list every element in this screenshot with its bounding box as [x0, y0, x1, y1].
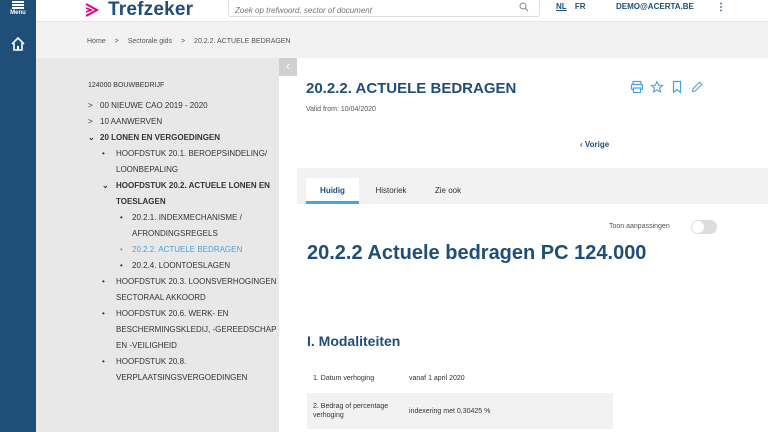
- table-cell-label: 1. Datum verhoging: [313, 374, 375, 382]
- section-heading: I. Modaliteiten: [307, 333, 401, 349]
- menu-label: Menu: [10, 10, 26, 16]
- table-row: 1. Datum verhoging vanaf 1 april 2020: [307, 363, 613, 393]
- tab-current[interactable]: Huidig: [306, 178, 359, 204]
- previous-link[interactable]: ‹ Vorige: [580, 140, 609, 149]
- lang-fr-link[interactable]: FR: [575, 2, 586, 11]
- user-account-link[interactable]: DEMO@ACERTA.BE: [616, 2, 694, 11]
- brand-name: Trefzeker: [108, 0, 194, 20]
- show-changes-toggle[interactable]: [691, 220, 717, 234]
- search-box: [228, 0, 540, 18]
- document-actions: [630, 80, 704, 94]
- tree-item-hfst-20-6[interactable]: • HOOFDSTUK 20.6. WERK- EN BESCHERMINGSK…: [88, 306, 278, 354]
- tree-item-label: 20.2.2. ACTUELE BEDRAGEN: [132, 245, 243, 254]
- tree-item-20-2-2-active[interactable]: • 20.2.2. ACTUELE BEDRAGEN: [88, 242, 278, 258]
- star-icon[interactable]: [650, 80, 664, 94]
- tree-item-hfst-20-2[interactable]: ⌄ HOOFDSTUK 20.2. ACTUELE LONEN EN TOESL…: [88, 178, 278, 210]
- show-changes-label: Toon aanpassingen: [609, 223, 670, 230]
- table-cell-value: indexering met 0,30425 %: [409, 407, 491, 415]
- bullet-icon: •: [102, 277, 105, 286]
- search-icon[interactable]: [519, 2, 529, 12]
- tree-item-label: 20.2.1. INDEXMECHANISME / AFRONDINGSREGE…: [132, 213, 242, 238]
- tree-item-lonen[interactable]: ⌄ 20 LONEN EN VERGOEDINGEN: [88, 130, 278, 146]
- tree-item-hfst-20-1[interactable]: • HOOFDSTUK 20.1. BEROEPSINDELING/ LOONB…: [88, 146, 278, 178]
- bookmark-icon[interactable]: [670, 80, 684, 94]
- brand-logo[interactable]: Trefzeker: [84, 0, 193, 20]
- chevron-down-icon: ⌄: [102, 181, 109, 190]
- table-row: 2. Bedrag of percentage verhoging indexe…: [307, 393, 613, 429]
- lang-nl-link[interactable]: NL: [556, 2, 567, 11]
- tabs-bar: Huidig Historiek Zie ook: [297, 168, 768, 204]
- breadcrumb-current: 20.2.2. ACTUELE BEDRAGEN: [194, 38, 291, 45]
- tree-item-hfst-20-3[interactable]: • HOOFDSTUK 20.3. LOONSVERHOGINGEN SECTO…: [88, 274, 278, 306]
- tree-item-label: 00 NIEUWE CAO 2019 - 2020: [100, 101, 208, 110]
- tree-item-label: 20.2.4. LOONTOESLAGEN: [132, 261, 231, 270]
- hamburger-icon: [12, 1, 24, 9]
- bullet-icon: •: [102, 149, 105, 158]
- top-header: Trefzeker NL FR DEMO@ACERTA.BE ⋮: [36, 0, 768, 22]
- main-content: 20.2.2. ACTUELE BEDRAGEN Valid from: 10/…: [297, 58, 768, 432]
- logo-chevron-icon: [85, 3, 100, 17]
- tree-item-label: HOOFDSTUK 20.3. LOONSVERHOGINGEN SECTORA…: [116, 277, 277, 302]
- breadcrumb-home[interactable]: Home: [87, 38, 106, 45]
- content-heading: 20.2.2 Actuele bedragen PC 124.000: [307, 242, 647, 264]
- breadcrumb: Home > Sectorale gids > 20.2.2. ACTUELE …: [36, 22, 768, 58]
- bullet-icon: •: [120, 245, 123, 254]
- bullet-icon: •: [120, 261, 123, 270]
- bullet-icon: •: [102, 309, 105, 318]
- chevron-right-icon: >: [88, 101, 93, 110]
- print-icon[interactable]: [630, 80, 644, 94]
- bullet-icon: •: [102, 357, 105, 366]
- collapse-sidebar-button[interactable]: ‹: [279, 58, 297, 76]
- search-input[interactable]: [229, 3, 509, 18]
- bullet-icon: •: [120, 213, 123, 222]
- breadcrumb-separator: >: [181, 38, 186, 45]
- tree-item-hfst-20-8[interactable]: • HOOFDSTUK 20.8. VERPLAATSINGSVERGOEDIN…: [88, 354, 278, 386]
- tree-list: > 00 NIEUWE CAO 2019 - 2020 > 10 AANWERV…: [88, 98, 278, 386]
- breadcrumb-separator: >: [114, 38, 119, 45]
- tab-history[interactable]: Historiek: [371, 178, 411, 204]
- breadcrumb-sector-guide[interactable]: Sectorale gids: [128, 38, 172, 45]
- chevron-down-icon: ⌄: [88, 133, 95, 142]
- tree-item-label: HOOFDSTUK 20.8. VERPLAATSINGSVERGOEDINGE…: [116, 357, 248, 382]
- tree-item-20-2-4[interactable]: • 20.2.4. LOONTOESLAGEN: [88, 258, 278, 274]
- tab-see-also[interactable]: Zie ook: [431, 178, 465, 204]
- tree-item-label: HOOFDSTUK 20.6. WERK- EN BESCHERMINGSKLE…: [116, 309, 277, 350]
- table-cell-label: 2. Bedrag of percentage verhoging: [313, 403, 389, 419]
- sidebar-tree: 124000 BOUWBEDRIJF > 00 NIEUWE CAO 2019 …: [36, 58, 279, 432]
- tree-item-label: 20 LONEN EN VERGOEDINGEN: [100, 133, 221, 142]
- menu-button[interactable]: Menu: [0, 0, 36, 20]
- tree-item-aanwerven[interactable]: > 10 AANWERVEN: [88, 114, 278, 130]
- tree-item-label: HOOFDSTUK 20.1. BEROEPSINDELING/ LOONBEP…: [116, 149, 268, 174]
- more-options-icon[interactable]: ⋮: [716, 2, 726, 13]
- tree-item-label: 10 AANWERVEN: [100, 117, 163, 126]
- sidebar-root-label: 124000 BOUWBEDRIJF: [88, 82, 165, 89]
- left-rail: Menu: [0, 0, 36, 432]
- modalities-table: 1. Datum verhoging vanaf 1 april 2020 2.…: [307, 363, 613, 429]
- tree-item-20-2-1[interactable]: • 20.2.1. INDEXMECHANISME / AFRONDINGSRE…: [88, 210, 278, 242]
- tree-item-label: HOOFDSTUK 20.2. ACTUELE LONEN EN TOESLAG…: [116, 181, 270, 206]
- table-cell-value: vanaf 1 april 2020: [409, 374, 465, 382]
- language-switch: NL FR: [556, 2, 586, 11]
- tree-item-new-cao[interactable]: > 00 NIEUWE CAO 2019 - 2020: [88, 98, 278, 114]
- chevron-right-icon: >: [88, 117, 93, 126]
- toggle-knob: [692, 221, 704, 233]
- document-title: 20.2.2. ACTUELE BEDRAGEN: [306, 80, 517, 97]
- edit-icon[interactable]: [690, 80, 704, 94]
- home-icon[interactable]: [10, 36, 26, 52]
- valid-from-date: Valid from: 10/04/2020: [306, 106, 376, 113]
